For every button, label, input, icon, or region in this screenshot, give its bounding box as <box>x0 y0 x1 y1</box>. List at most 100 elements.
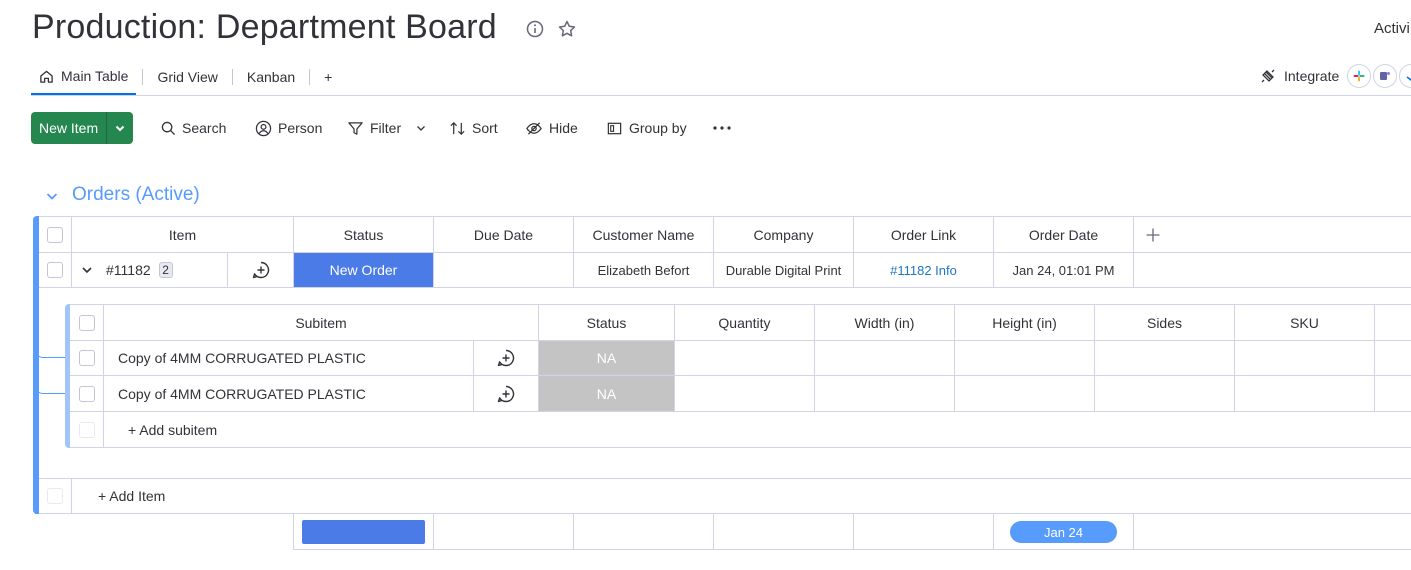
integrate-button[interactable]: Integrate <box>1260 64 1411 88</box>
person-icon <box>255 120 278 137</box>
status-summary-bar[interactable] <box>302 520 425 544</box>
group-collapse-toggle[interactable] <box>44 188 60 204</box>
quantity-cell[interactable] <box>675 376 815 412</box>
info-icon[interactable] <box>525 19 545 39</box>
subitem-row[interactable]: Copy of 4MM CORRUGATED PLASTIC NA <box>70 376 1411 412</box>
item-name-cell[interactable]: #11182 2 <box>72 253 228 288</box>
column-header-company[interactable]: Company <box>714 217 854 253</box>
add-update-icon[interactable] <box>496 348 516 368</box>
subitem-select-cell <box>70 341 104 376</box>
order-link-cell[interactable]: #11182 Info <box>854 253 994 288</box>
subitem-name-cell[interactable]: Copy of 4MM CORRUGATED PLASTIC <box>104 341 474 376</box>
new-item-button[interactable]: New Item <box>31 112 107 144</box>
subitem-count-badge[interactable]: 2 <box>158 262 173 278</box>
subitem-connector <box>35 358 65 394</box>
add-column-cell <box>1134 217 1411 253</box>
add-update-icon[interactable] <box>251 260 271 280</box>
filter-dropdown[interactable] <box>415 112 433 144</box>
subitem-select-all-checkbox[interactable] <box>78 314 95 331</box>
table-row[interactable]: #11182 2 New Order Elizabeth Befort Dura… <box>39 253 1411 288</box>
subitem-checkbox[interactable] <box>78 350 95 366</box>
add-subitem-button[interactable]: + Add subitem <box>104 412 1411 448</box>
filter-button[interactable]: Filter <box>347 112 401 144</box>
due-date-cell[interactable] <box>434 253 574 288</box>
chevron-down-icon <box>415 122 433 134</box>
tab-label: Kanban <box>246 69 296 85</box>
height-cell[interactable] <box>955 376 1095 412</box>
width-cell[interactable] <box>815 341 955 376</box>
add-subitem-row: + Add subitem <box>70 412 1411 448</box>
sides-cell[interactable] <box>1095 376 1235 412</box>
tab-divider <box>142 69 144 85</box>
search-label: Search <box>182 120 227 136</box>
column-header-subitem[interactable]: Subitem <box>104 305 539 341</box>
column-header-status[interactable]: Status <box>294 217 434 253</box>
subitem-status-cell[interactable]: NA <box>539 341 675 376</box>
quantity-cell[interactable] <box>675 341 815 376</box>
hide-button[interactable]: Hide <box>525 112 578 144</box>
subitem-updates-cell[interactable] <box>474 341 539 376</box>
tabs-divider <box>31 95 1411 96</box>
column-header-order-date[interactable]: Order Date <box>994 217 1134 253</box>
group-by-button[interactable]: Group by <box>606 112 687 144</box>
new-item-button-group: New Item <box>31 112 134 144</box>
sku-cell[interactable] <box>1235 341 1375 376</box>
status-cell[interactable]: New Order <box>294 253 434 288</box>
tab-grid-view[interactable]: Grid View <box>149 59 225 95</box>
integrate-icon <box>1260 68 1276 84</box>
column-header-order-link[interactable]: Order Link <box>854 217 994 253</box>
add-item-button[interactable]: + Add Item <box>72 479 1411 514</box>
home-icon <box>39 69 54 84</box>
summary-cell <box>854 514 994 550</box>
sides-cell[interactable] <box>1095 341 1235 376</box>
teams-icon <box>1373 64 1398 88</box>
subitem-name-cell[interactable]: Copy of 4MM CORRUGATED PLASTIC <box>104 376 474 412</box>
subitem-updates-cell[interactable] <box>474 376 539 412</box>
column-header-height[interactable]: Height (in) <box>955 305 1095 341</box>
activity-button[interactable]: Activi <box>1374 20 1410 37</box>
row-select-cell <box>39 479 72 514</box>
eye-off-icon <box>525 120 549 137</box>
add-view-button[interactable]: + <box>316 59 340 95</box>
height-cell[interactable] <box>955 341 1095 376</box>
updates-cell[interactable] <box>228 253 294 288</box>
subitem-row[interactable]: Copy of 4MM CORRUGATED PLASTIC NA <box>70 341 1411 376</box>
group-title[interactable]: Orders (Active) <box>72 184 200 206</box>
order-date-cell[interactable]: Jan 24, 01:01 PM <box>994 253 1134 288</box>
chevron-down-icon <box>114 122 126 134</box>
tab-kanban[interactable]: Kanban <box>239 59 303 95</box>
integration-app-icon <box>1399 64 1411 88</box>
item-name[interactable]: #11182 <box>106 262 151 278</box>
expand-subitems-toggle[interactable] <box>80 263 94 277</box>
column-header-sku[interactable]: SKU <box>1235 305 1375 341</box>
column-header-item[interactable]: Item <box>72 217 294 253</box>
column-header-customer-name[interactable]: Customer Name <box>574 217 714 253</box>
company-cell[interactable]: Durable Digital Print <box>714 253 854 288</box>
column-header-subitem-status[interactable]: Status <box>539 305 675 341</box>
tab-main-table[interactable]: Main Table <box>31 59 137 95</box>
row-checkbox[interactable] <box>47 262 63 278</box>
summary-cell <box>574 514 714 550</box>
column-header-quantity[interactable]: Quantity <box>675 305 815 341</box>
column-header-due-date[interactable]: Due Date <box>434 217 574 253</box>
person-filter-button[interactable]: Person <box>255 112 322 144</box>
sort-button[interactable]: Sort <box>449 112 498 144</box>
search-button[interactable]: Search <box>161 112 226 144</box>
date-summary-pill[interactable]: Jan 24 <box>1010 521 1117 543</box>
select-all-checkbox[interactable] <box>47 226 63 243</box>
customer-name-cell[interactable]: Elizabeth Befort <box>574 253 714 288</box>
column-header-sides[interactable]: Sides <box>1095 305 1235 341</box>
more-options-button[interactable] <box>712 112 738 144</box>
new-item-dropdown[interactable] <box>106 112 134 144</box>
add-column-button[interactable] <box>1145 227 1161 243</box>
subitem-checkbox[interactable] <box>78 385 95 402</box>
tab-label: Main Table <box>61 68 129 84</box>
width-cell[interactable] <box>815 376 955 412</box>
subitem-status-cell[interactable]: NA <box>539 376 675 412</box>
subitem-header-row: Subitem Status Quantity Width (in) Heigh… <box>70 304 1411 341</box>
add-update-icon[interactable] <box>496 384 516 404</box>
sku-cell[interactable] <box>1235 376 1375 412</box>
star-icon[interactable] <box>557 19 577 39</box>
column-header-width[interactable]: Width (in) <box>815 305 955 341</box>
add-item-row: + Add Item <box>39 478 1411 514</box>
